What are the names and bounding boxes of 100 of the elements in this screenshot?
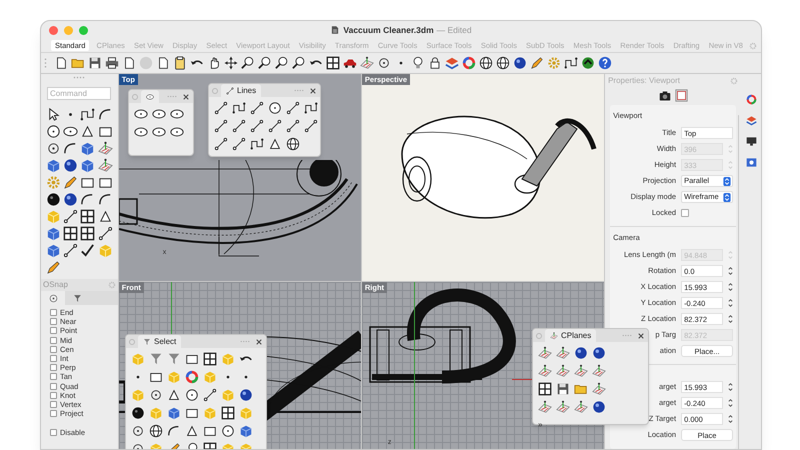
circle-icon[interactable] xyxy=(185,388,199,402)
checkbox[interactable] xyxy=(681,209,690,217)
line-icon[interactable] xyxy=(63,243,78,258)
arc-icon[interactable] xyxy=(167,424,181,438)
pencil-icon[interactable] xyxy=(46,260,61,275)
wire-sphere-icon[interactable] xyxy=(479,56,493,70)
grid-icon[interactable] xyxy=(203,352,217,366)
line-icon[interactable] xyxy=(268,119,282,133)
grid-plane-icon[interactable] xyxy=(98,141,113,156)
triangle-icon[interactable] xyxy=(185,424,199,438)
color-wheel-icon[interactable] xyxy=(185,370,199,384)
grid-icon[interactable] xyxy=(63,226,78,241)
cube-icon[interactable] xyxy=(80,158,96,173)
overflow-button[interactable]: » xyxy=(538,418,552,432)
line-icon[interactable] xyxy=(304,119,318,133)
ellipse-icon[interactable] xyxy=(152,125,166,139)
palette-tab[interactable]: Lines xyxy=(221,84,262,97)
line-icon[interactable] xyxy=(214,119,228,133)
line-icon[interactable] xyxy=(286,119,300,133)
zoom-icon[interactable] xyxy=(292,56,306,70)
close-window-button[interactable] xyxy=(49,26,58,34)
target-icon[interactable] xyxy=(149,388,163,402)
cube-icon[interactable] xyxy=(80,141,96,156)
line-icon[interactable] xyxy=(250,119,264,133)
document-icon[interactable] xyxy=(156,56,170,70)
line-icon[interactable] xyxy=(214,101,228,115)
polyline-icon[interactable] xyxy=(232,101,246,115)
osnap-tab[interactable] xyxy=(41,291,65,305)
grid-plane-icon[interactable] xyxy=(538,364,552,378)
ellipse-icon[interactable] xyxy=(170,125,184,139)
grid-icon[interactable] xyxy=(80,209,96,224)
cube-icon[interactable] xyxy=(167,406,181,420)
document-icon[interactable] xyxy=(122,56,136,70)
zoom-icon[interactable] xyxy=(258,56,272,70)
stepper-icon[interactable] xyxy=(728,414,734,424)
ellipse-icon[interactable] xyxy=(134,125,148,139)
grid-plane-icon[interactable] xyxy=(538,400,552,414)
line-icon[interactable] xyxy=(232,137,246,151)
grid-plane-icon[interactable] xyxy=(592,382,606,396)
wire-sphere-icon[interactable] xyxy=(496,56,510,70)
layers-icon[interactable] xyxy=(445,56,459,70)
grip-icon[interactable] xyxy=(44,57,47,69)
camera-icon[interactable] xyxy=(658,90,671,102)
polyline-icon[interactable] xyxy=(80,107,96,122)
line-icon[interactable] xyxy=(232,119,246,133)
close-icon[interactable] xyxy=(256,338,262,344)
line-icon[interactable] xyxy=(98,226,113,241)
line-icon[interactable] xyxy=(286,101,300,115)
line-icon[interactable] xyxy=(214,137,228,151)
line-icon[interactable] xyxy=(63,209,78,224)
light-bulb-icon[interactable] xyxy=(411,56,425,70)
stepper-icon[interactable] xyxy=(728,398,734,408)
wire-sphere-icon[interactable] xyxy=(149,424,163,438)
grid-icon[interactable] xyxy=(538,382,552,396)
cube-icon[interactable] xyxy=(46,226,61,241)
triangle-icon[interactable] xyxy=(268,137,282,151)
color-wheel-icon[interactable] xyxy=(462,56,476,70)
move-arrows-icon[interactable] xyxy=(224,56,238,70)
zoom-icon[interactable] xyxy=(275,56,289,70)
grid-plane-icon[interactable] xyxy=(538,346,552,360)
arc-icon[interactable] xyxy=(98,107,113,122)
viewport-frame-icon[interactable] xyxy=(674,89,688,102)
scrollbar[interactable] xyxy=(738,115,740,449)
cube-icon[interactable] xyxy=(46,158,61,173)
rectangle-icon[interactable] xyxy=(203,424,217,438)
folder-icon[interactable] xyxy=(574,382,588,396)
grid-plane-icon[interactable] xyxy=(556,400,570,414)
grid-plane-icon[interactable] xyxy=(574,400,588,414)
rectangle-icon[interactable] xyxy=(149,370,163,384)
close-icon[interactable] xyxy=(310,88,316,94)
close-icon[interactable] xyxy=(638,332,644,338)
grid-plane-icon[interactable] xyxy=(556,346,570,360)
palette-tab[interactable] xyxy=(141,90,159,103)
stepper-icon[interactable] xyxy=(728,298,734,308)
pencil-icon[interactable] xyxy=(530,56,544,70)
close-icon[interactable] xyxy=(183,94,189,100)
rectangle-icon[interactable] xyxy=(185,352,199,366)
help-icon[interactable] xyxy=(598,56,612,70)
stepper-icon[interactable] xyxy=(728,282,734,292)
cube-icon[interactable] xyxy=(46,243,61,258)
circle-icon[interactable] xyxy=(221,424,235,438)
target-icon[interactable] xyxy=(46,141,61,156)
palette-tab[interactable]: Select xyxy=(138,335,182,348)
ellipse-icon[interactable] xyxy=(63,124,78,139)
grid-plane-icon[interactable] xyxy=(556,364,570,378)
ellipse-icon[interactable] xyxy=(152,107,166,121)
cube-icon[interactable] xyxy=(239,424,253,438)
stepper-icon[interactable] xyxy=(728,314,734,324)
polyline-icon[interactable] xyxy=(250,137,264,151)
grid-plane-icon[interactable] xyxy=(592,364,606,378)
triangle-icon[interactable] xyxy=(98,209,113,224)
line-icon[interactable] xyxy=(203,388,217,402)
grid-icon[interactable] xyxy=(221,406,235,420)
color-wheel-icon[interactable] xyxy=(746,94,757,105)
target-icon[interactable] xyxy=(131,424,145,438)
palette-tab[interactable]: CPlanes xyxy=(545,329,596,342)
ellipse-icon[interactable] xyxy=(134,107,148,121)
triangle-icon[interactable] xyxy=(167,388,181,402)
zoom-icon[interactable] xyxy=(241,56,255,70)
ellipse-icon[interactable] xyxy=(170,107,184,121)
